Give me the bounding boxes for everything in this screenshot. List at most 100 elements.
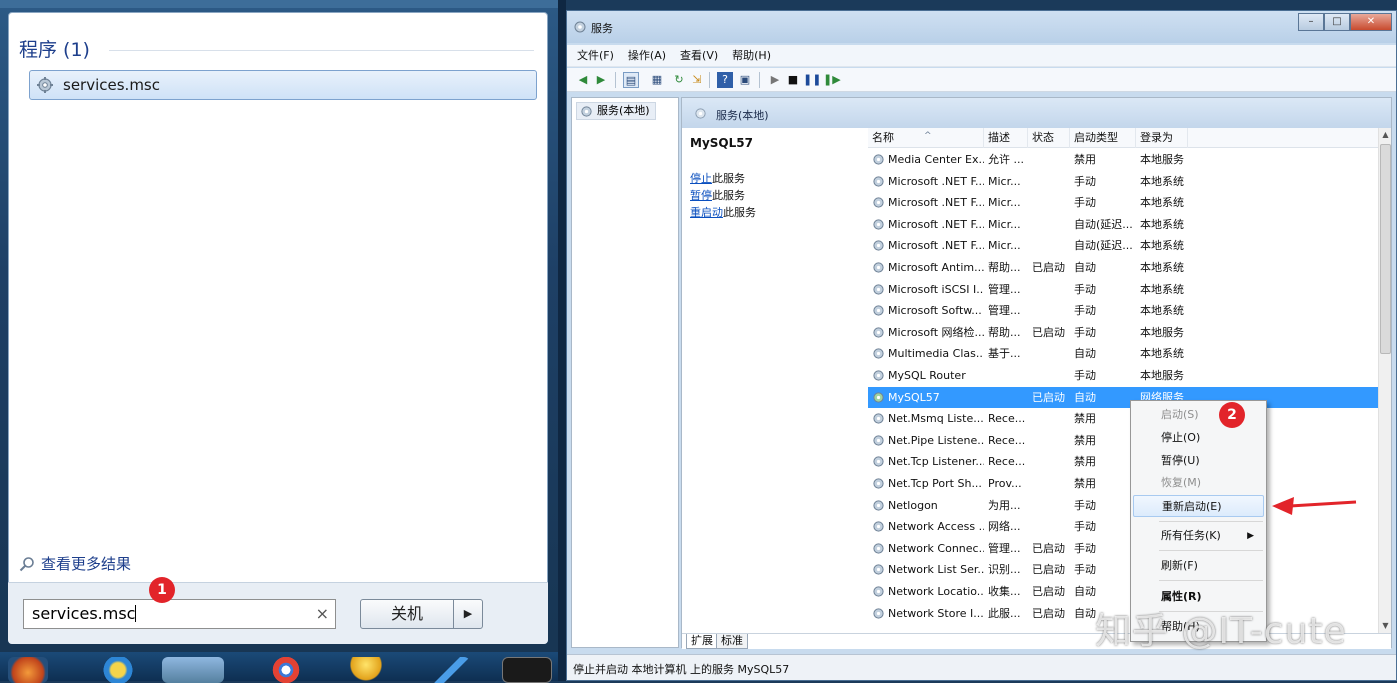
scroll-up-arrow-icon[interactable]: ▲ xyxy=(1379,128,1392,142)
table-row[interactable]: Media Center Ex... 允许 ... 禁用 本地服务 xyxy=(868,149,1378,171)
row-name: Microsoft .NET F... xyxy=(888,239,984,253)
shutdown-button[interactable]: 关机 xyxy=(360,599,454,629)
menu-item-refresh[interactable]: 刷新(F) xyxy=(1133,555,1264,577)
close-button[interactable]: ✕ xyxy=(1350,13,1392,31)
help-icon[interactable]: ? xyxy=(717,72,733,88)
scroll-thumb[interactable] xyxy=(1380,144,1391,354)
row-log-on-as: 本地服务 xyxy=(1140,369,1184,382)
row-log-on-as: 本地系统 xyxy=(1140,282,1184,296)
row-description: 管理... xyxy=(988,304,1021,318)
menu-item-resume[interactable]: 恢复(M) xyxy=(1133,472,1264,494)
qq-icon[interactable] xyxy=(346,657,386,683)
taskbar xyxy=(0,652,558,683)
menu-item-all-tasks[interactable]: 所有任务(K) ▶ xyxy=(1133,525,1264,547)
menu-item-stop[interactable]: 停止(O) xyxy=(1133,427,1264,449)
row-name: Net.Tcp Listener... xyxy=(888,455,984,469)
table-row[interactable]: MySQL57 已启动 自动 网络服务 xyxy=(868,386,1378,409)
toolbar-separator xyxy=(709,72,710,88)
column-header-name[interactable]: 名称 ^ xyxy=(868,128,984,148)
start-search-input[interactable]: services.msc × xyxy=(23,599,336,629)
start-menu-top-edge xyxy=(0,0,558,8)
column-header-status[interactable]: 状态 xyxy=(1028,128,1070,148)
column-header-log-on-as[interactable]: 登录为 xyxy=(1136,128,1188,148)
command-prompt-icon[interactable] xyxy=(502,657,552,683)
table-row[interactable]: Network Access ... 网络... 手动 xyxy=(868,516,1378,538)
menu-file[interactable]: 文件(F) xyxy=(577,45,614,66)
vertical-scrollbar[interactable]: ▲ ▼ xyxy=(1378,128,1391,633)
console-window-icon[interactable]: ▣ xyxy=(737,72,753,88)
row-name: Microsoft Softw... xyxy=(888,304,982,318)
tree-node-services-local[interactable]: 服务(本地) xyxy=(576,102,656,120)
row-status: 已启动 xyxy=(1032,541,1065,555)
table-row[interactable]: Net.Pipe Listene... Rece... 禁用 xyxy=(868,430,1378,452)
menu-action[interactable]: 操作(A) xyxy=(628,45,666,66)
table-row[interactable]: Microsoft .NET F... Micr... 手动 本地系统 xyxy=(868,171,1378,193)
menu-item-pause[interactable]: 暂停(U) xyxy=(1133,450,1264,472)
row-description: Micr... xyxy=(988,174,1021,188)
stop-service-icon[interactable]: ■ xyxy=(785,72,801,88)
table-row[interactable]: Net.Msmq Liste... Rece... 禁用 xyxy=(868,408,1378,430)
restart-link[interactable]: 重启动 xyxy=(690,206,723,219)
table-row[interactable]: Network List Ser... 识别... 已启动 手动 xyxy=(868,559,1378,581)
menu-separator xyxy=(1159,521,1263,522)
stop-link[interactable]: 停止 xyxy=(690,172,712,185)
search-result-services-msc[interactable]: services.msc xyxy=(29,70,537,100)
title-bar[interactable]: 服务 – □ ✕ xyxy=(567,11,1396,43)
table-row[interactable]: Microsoft Softw... 管理... 手动 本地系统 xyxy=(868,300,1378,322)
pause-link[interactable]: 暂停 xyxy=(690,189,712,202)
table-row[interactable]: Microsoft .NET F... Micr... 自动(延迟... 本地系统 xyxy=(868,214,1378,236)
start-service-icon[interactable]: ▶ xyxy=(767,72,783,88)
chrome-icon[interactable] xyxy=(266,657,306,683)
tab-standard[interactable]: 标准 xyxy=(716,634,748,649)
refresh-icon[interactable]: ↻ xyxy=(671,72,687,88)
table-row[interactable]: Microsoft iSCSI I... 管理... 手动 本地系统 xyxy=(868,279,1378,301)
maximize-button[interactable]: □ xyxy=(1324,13,1350,31)
row-name: Microsoft .NET F... xyxy=(888,174,984,188)
menu-item-restart[interactable]: 重新启动(E) xyxy=(1133,495,1264,517)
table-row[interactable]: Microsoft .NET F... Micr... 自动(延迟... 本地系统 xyxy=(868,235,1378,257)
submenu-arrow-icon: ▶ xyxy=(1247,531,1254,541)
row-description: 识别... xyxy=(988,563,1021,577)
service-gear-icon xyxy=(873,370,884,381)
column-header-startup-type[interactable]: 启动类型 xyxy=(1070,128,1136,148)
service-gear-icon xyxy=(873,456,884,467)
table-row[interactable]: Network Locatio... 收集... 已启动 自动 xyxy=(868,581,1378,603)
properties-sheet-icon[interactable]: ▦ xyxy=(649,72,665,88)
service-gear-icon xyxy=(873,478,884,489)
row-log-on-as: 本地系统 xyxy=(1140,347,1184,361)
table-row[interactable]: Net.Tcp Listener... Rece... 禁用 xyxy=(868,451,1378,473)
show-hide-console-tree-icon[interactable]: ▤ xyxy=(623,72,639,88)
row-description: Micr... xyxy=(988,217,1021,231)
clear-search-icon[interactable]: × xyxy=(316,604,329,623)
service-gear-icon xyxy=(873,435,884,446)
explorer-folder-icon[interactable] xyxy=(162,657,224,683)
start-orb-icon[interactable] xyxy=(8,657,48,683)
menu-help[interactable]: 帮助(H) xyxy=(732,45,771,66)
internet-explorer-icon[interactable] xyxy=(98,657,138,683)
column-header-description[interactable]: 描述 xyxy=(984,128,1028,148)
table-row[interactable]: Network Connec... 管理... 已启动 手动 xyxy=(868,538,1378,560)
back-arrow-icon[interactable]: ◀ xyxy=(575,72,591,88)
tab-extended[interactable]: 扩展 xyxy=(686,634,718,649)
menu-view[interactable]: 查看(V) xyxy=(680,45,718,66)
row-name: Network Access ... xyxy=(888,520,984,534)
table-row[interactable]: Microsoft Antim... 帮助... 已启动 自动 本地系统 xyxy=(868,257,1378,279)
minimize-button[interactable]: – xyxy=(1298,13,1324,31)
scroll-down-arrow-icon[interactable]: ▼ xyxy=(1379,619,1392,633)
shutdown-options-arrow-icon[interactable]: ▶ xyxy=(453,599,483,629)
export-list-icon[interactable]: ⇲ xyxy=(689,72,705,88)
row-startup-type: 自动(延迟... xyxy=(1074,239,1133,253)
pause-service-icon[interactable]: ❚❚ xyxy=(803,72,821,88)
table-row[interactable]: Microsoft 网络检... 帮助... 已启动 手动 本地服务 xyxy=(868,322,1378,344)
app-arrow-icon[interactable] xyxy=(430,657,470,683)
restart-service-icon[interactable]: ❚▶ xyxy=(823,72,841,88)
table-row[interactable]: Multimedia Clas... 基于... 自动 本地系统 xyxy=(868,343,1378,365)
table-row[interactable]: MySQL Router 手动 本地服务 xyxy=(868,365,1378,387)
row-name: MySQL Router xyxy=(888,369,966,382)
table-row[interactable]: Microsoft .NET F... Micr... 手动 本地系统 xyxy=(868,192,1378,214)
service-gear-icon xyxy=(873,499,884,511)
row-description: 帮助... xyxy=(988,325,1021,339)
see-more-results-link[interactable]: 查看更多结果 xyxy=(19,553,131,574)
watermark: 知乎 @IT-cute xyxy=(1095,611,1347,652)
forward-arrow-icon[interactable]: ▶ xyxy=(593,72,609,88)
